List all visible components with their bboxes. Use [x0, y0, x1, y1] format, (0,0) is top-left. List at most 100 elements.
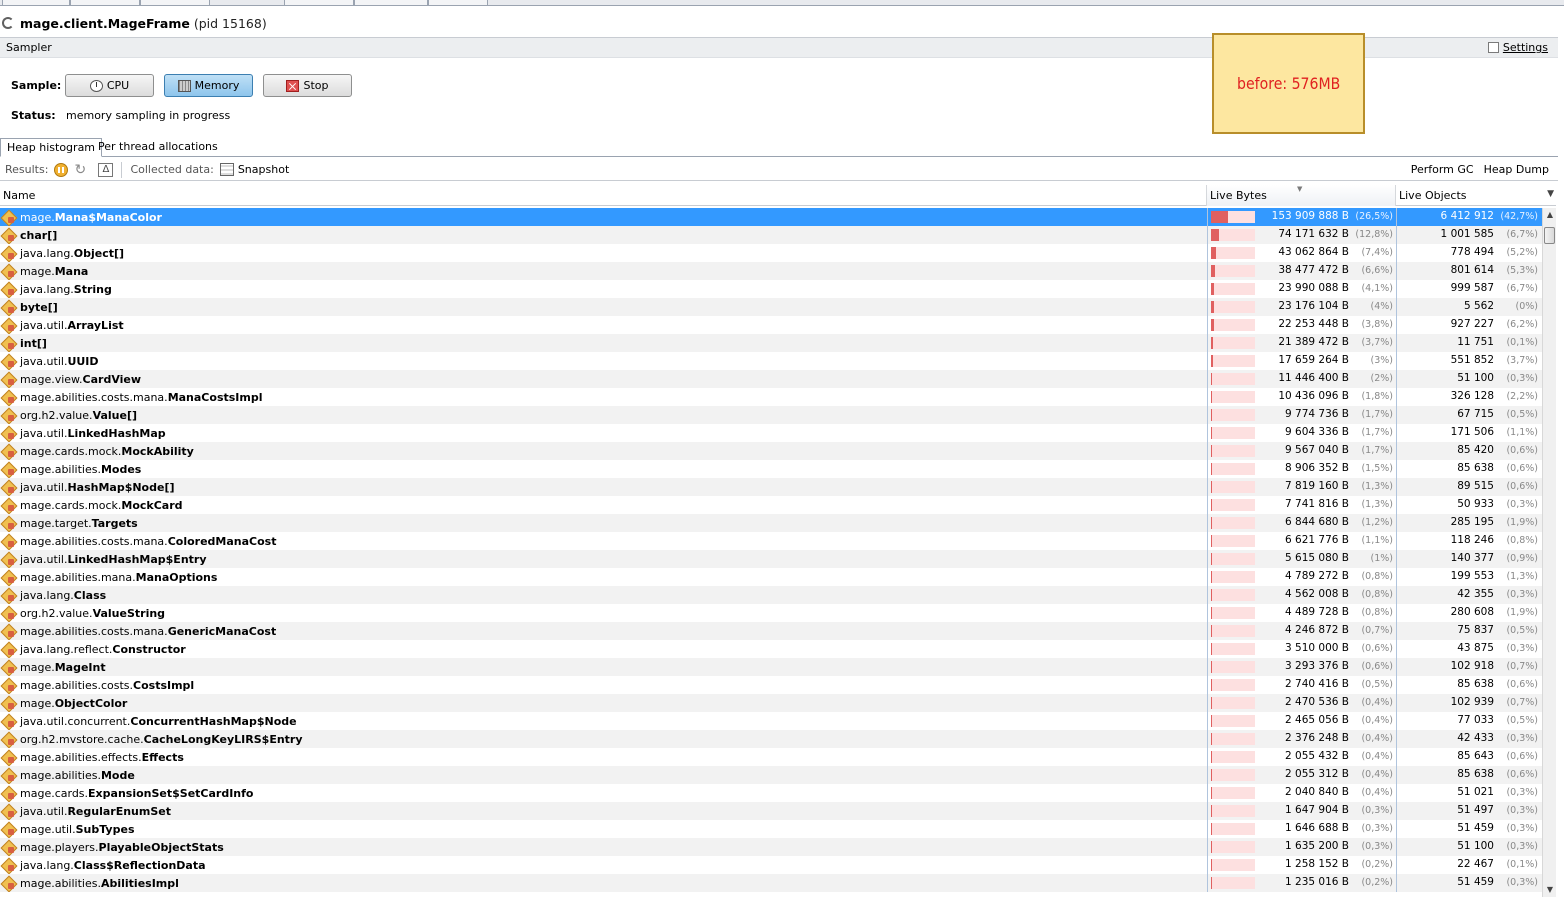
- vertical-scrollbar[interactable]: ▲ ▼: [1542, 208, 1556, 897]
- live-bytes-bar: [1211, 643, 1255, 655]
- top-tab[interactable]: [70, 0, 140, 5]
- table-row[interactable]: mage.target. Targets 6 844 680 B (1,2%) 285 …: [0, 514, 1542, 532]
- delta-icon[interactable]: Δ: [98, 162, 114, 177]
- top-tab[interactable]: [2, 0, 70, 5]
- live-bytes-bar: [1211, 841, 1255, 853]
- table-row[interactable]: org.h2.value. Value[] 9 774 736 B (1,7%) 67 …: [0, 406, 1542, 424]
- live-bytes-cell: 2 040 840 B (0,4%): [1207, 784, 1395, 802]
- snapshot-icon[interactable]: [219, 163, 234, 176]
- table-row[interactable]: java.util. ArrayList 22 253 448 B (3,8%) 927…: [0, 316, 1542, 334]
- table-row[interactable]: char[] 74 171 632 B (12,8%) 1 001 585 (6,7%): [0, 226, 1542, 244]
- settings-label[interactable]: Settings: [1503, 41, 1548, 54]
- class-icon: [2, 535, 17, 548]
- heap-dump-button[interactable]: Heap Dump: [1484, 163, 1549, 176]
- table-row[interactable]: java.util. UUID 17 659 264 B (3%) 551 852 (3,…: [0, 352, 1542, 370]
- snapshot-button[interactable]: Snapshot: [238, 163, 289, 176]
- package-name: java.util.: [20, 480, 68, 494]
- table-row[interactable]: org.h2.value. ValueString 4 489 728 B (0,8%…: [0, 604, 1542, 622]
- live-bytes-bar: [1211, 517, 1255, 529]
- top-tab[interactable]: [140, 0, 210, 5]
- table-row[interactable]: mage.cards.mock. MockCard 7 741 816 B (1,3%…: [0, 496, 1542, 514]
- scroll-down-icon[interactable]: ▼: [1543, 883, 1557, 897]
- live-bytes-bar: [1211, 247, 1255, 259]
- table-row[interactable]: mage. Mana 38 477 472 B (6,6%) 801 614 (5,3%): [0, 262, 1542, 280]
- table-row[interactable]: mage.cards. ExpansionSet$SetCardInfo 2 040…: [0, 784, 1542, 802]
- table-row[interactable]: mage.abilities.mana. ManaOptions 4 789 272…: [0, 568, 1542, 586]
- table-row[interactable]: java.lang.reflect. Constructor 3 510 000 B…: [0, 640, 1542, 658]
- table-row[interactable]: mage.players. PlayableObjectStats 1 635 20…: [0, 838, 1542, 856]
- live-objects-value: 118 246: [1450, 534, 1494, 546]
- live-bytes-bar-fill: [1211, 445, 1212, 457]
- live-objects-cell: 199 553 (1,3%): [1396, 568, 1542, 586]
- table-row[interactable]: java.lang. Class 4 562 008 B (0,8%) 42 355 (0…: [0, 586, 1542, 604]
- settings-checkbox[interactable]: [1487, 42, 1499, 53]
- class-name-cell: mage.abilities. Modes: [0, 460, 1207, 478]
- class-name-cell: mage.abilities. AbilitiesImpl: [0, 874, 1207, 892]
- table-row[interactable]: mage. Mana$ManaColor 153 909 888 B (26,5%) 6…: [0, 208, 1542, 226]
- table-row[interactable]: mage.abilities. Mode 2 055 312 B (0,4%) 85 6…: [0, 766, 1542, 784]
- perform-gc-button[interactable]: Perform GC: [1411, 163, 1474, 176]
- table-row[interactable]: mage.cards.mock. MockAbility 9 567 040 B (1…: [0, 442, 1542, 460]
- class-name-cell: java.lang.reflect. Constructor: [0, 640, 1207, 658]
- live-objects-value: 85 638: [1457, 768, 1494, 780]
- refresh-icon[interactable]: ↻: [74, 163, 90, 177]
- table-row[interactable]: mage.abilities.costs.mana. ManaCostsImpl 1…: [0, 388, 1542, 406]
- live-bytes-bar-fill: [1211, 535, 1212, 547]
- table-row[interactable]: int[] 21 389 472 B (3,7%) 11 751 (0,1%): [0, 334, 1542, 352]
- clock-icon: [89, 79, 103, 92]
- table-row[interactable]: java.lang. Class$ReflectionData 1 258 152 …: [0, 856, 1542, 874]
- class-short-name: Modes: [100, 462, 142, 476]
- table-row[interactable]: java.util. LinkedHashMap$Entry 5 615 080 B…: [0, 550, 1542, 568]
- live-bytes-bar: [1211, 751, 1255, 763]
- app-class-name: mage.client.MageFrame: [20, 15, 190, 31]
- table-row[interactable]: java.lang. String 23 990 088 B (4,1%) 999 58…: [0, 280, 1542, 298]
- class-icon: [2, 733, 17, 746]
- column-header-name[interactable]: Name: [0, 185, 1207, 206]
- live-bytes-value: 1 635 200 B: [1285, 840, 1349, 852]
- package-name: mage.: [20, 696, 55, 710]
- table-row[interactable]: mage.abilities.effects. Effects 2 055 432 …: [0, 748, 1542, 766]
- class-name-cell: mage.abilities.costs.mana. ColoredManaCos…: [0, 532, 1207, 550]
- stop-button[interactable]: Stop: [263, 74, 352, 97]
- top-tab[interactable]: [428, 0, 488, 5]
- column-header-live-objects[interactable]: Live Objects ▼: [1396, 185, 1556, 206]
- table-row[interactable]: mage.abilities.costs.mana. GenericManaCos…: [0, 622, 1542, 640]
- tab-heap-histogram[interactable]: Heap histogram: [0, 138, 103, 157]
- memory-button[interactable]: Memory: [164, 74, 253, 97]
- live-bytes-bar: [1211, 697, 1255, 709]
- column-header-live-bytes[interactable]: Live Bytes ▼: [1207, 185, 1396, 206]
- table-row[interactable]: byte[] 23 176 104 B (4%) 5 562 (0%): [0, 298, 1542, 316]
- table-row[interactable]: mage. MageInt 3 293 376 B (0,6%) 102 918 (0,7…: [0, 658, 1542, 676]
- table-row[interactable]: mage.util. SubTypes 1 646 688 B (0,3%) 51 45…: [0, 820, 1542, 838]
- table-row[interactable]: mage.abilities.costs.mana. ColoredManaCos…: [0, 532, 1542, 550]
- live-objects-value: 5 562: [1463, 300, 1494, 312]
- live-bytes-cell: 1 647 904 B (0,3%): [1207, 802, 1395, 820]
- settings-toggle[interactable]: Settings: [1487, 41, 1548, 54]
- table-row[interactable]: java.util. LinkedHashMap 9 604 336 B (1,7%)…: [0, 424, 1542, 442]
- table-row[interactable]: mage.abilities. AbilitiesImpl 1 235 016 B (…: [0, 874, 1542, 892]
- column-menu-icon[interactable]: ▼: [1547, 189, 1554, 199]
- scroll-up-icon[interactable]: ▲: [1543, 208, 1557, 222]
- status-value: memory sampling in progress: [66, 108, 231, 122]
- table-row[interactable]: java.lang. Object[] 43 062 864 B (7,4%) 778 …: [0, 244, 1542, 262]
- live-objects-value: 51 021: [1457, 786, 1494, 798]
- live-bytes-bar: [1211, 409, 1255, 421]
- live-bytes-bar-fill: [1211, 265, 1215, 277]
- class-icon: [2, 301, 17, 314]
- table-row[interactable]: mage.abilities. Modes 8 906 352 B (1,5%) 85 …: [0, 460, 1542, 478]
- table-row[interactable]: java.util.concurrent. ConcurrentHashMap$N…: [0, 712, 1542, 730]
- sample-controls: Sample: CPU Memory Stop: [0, 73, 600, 99]
- table-row[interactable]: java.util. HashMap$Node[] 7 819 160 B (1,3%…: [0, 478, 1542, 496]
- table-row[interactable]: org.h2.mvstore.cache. CacheLongKeyLIRS$En…: [0, 730, 1542, 748]
- cpu-button[interactable]: CPU: [65, 74, 154, 97]
- table-row[interactable]: mage. ObjectColor 2 470 536 B (0,4%) 102 939…: [0, 694, 1542, 712]
- table-row[interactable]: mage.abilities.costs. CostsImpl 2 740 416 …: [0, 676, 1542, 694]
- pause-icon[interactable]: [54, 162, 69, 177]
- scroll-thumb[interactable]: [1544, 227, 1555, 244]
- table-row[interactable]: mage.view. CardView 11 446 400 B (2%) 51 100…: [0, 370, 1542, 388]
- top-tab[interactable]: [354, 0, 428, 5]
- live-bytes-bar-fill: [1211, 247, 1216, 259]
- top-tab[interactable]: [284, 0, 354, 5]
- tab-per-thread-allocations[interactable]: Per thread allocations: [92, 138, 224, 157]
- table-row[interactable]: java.util. RegularEnumSet 1 647 904 B (0,3%…: [0, 802, 1542, 820]
